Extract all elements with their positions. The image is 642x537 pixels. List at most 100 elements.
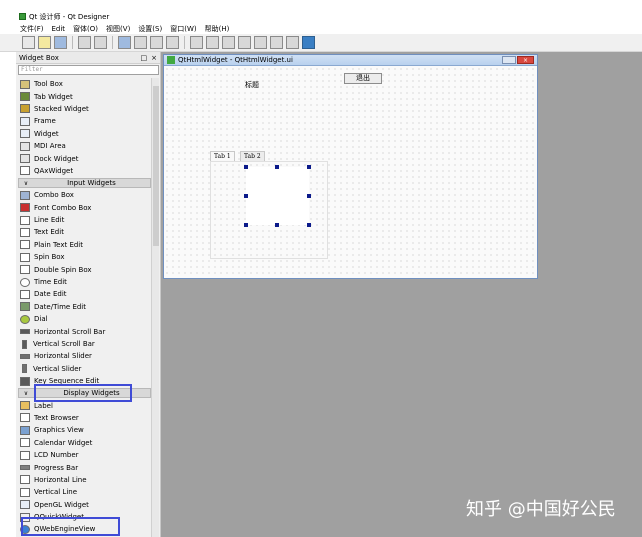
list-item-dial[interactable]: Dial xyxy=(18,313,151,325)
toolbar-separator xyxy=(184,36,185,49)
list-item-frame[interactable]: Frame xyxy=(18,115,151,127)
filter-input[interactable]: Filter xyxy=(18,65,159,75)
highlight-box-display-widgets xyxy=(34,384,132,402)
vertical-line-icon xyxy=(20,487,30,497)
plain-text-edit-icon xyxy=(20,240,30,250)
list-item-text-edit[interactable]: Text Edit xyxy=(18,226,151,238)
edit-signals-icon[interactable] xyxy=(134,36,147,49)
tab-widget[interactable]: Tab 1 Tab 2 xyxy=(210,149,328,259)
date-edit-icon xyxy=(20,289,30,299)
layout-form-icon[interactable] xyxy=(270,36,283,49)
list-item-qaxwidget[interactable]: QAxWidget xyxy=(18,165,151,177)
break-layout-icon[interactable] xyxy=(286,36,299,49)
stacked-widget-icon xyxy=(20,104,30,114)
toolbar-separator xyxy=(112,36,113,49)
list-item-tab-widget[interactable]: Tab Widget xyxy=(18,90,151,102)
menu-file[interactable]: 文件(F) xyxy=(20,24,44,34)
highlight-box-qwebengineview xyxy=(21,517,120,536)
watermark: 知乎 @中国好公民 xyxy=(466,499,616,520)
list-item-double-spin-box[interactable]: Double Spin Box xyxy=(18,263,151,275)
close-icon[interactable]: × xyxy=(151,54,157,62)
list-item-font-combo-box[interactable]: Font Combo Box xyxy=(18,202,151,214)
edit-buddies-icon[interactable] xyxy=(150,36,163,49)
menu-edit[interactable]: Edit xyxy=(52,25,66,33)
tab-widget-icon xyxy=(20,92,30,102)
list-item-lcd-number[interactable]: LCD Number xyxy=(18,449,151,461)
menu-view[interactable]: 视图(V) xyxy=(106,24,130,34)
list-item-opengl-widget[interactable]: OpenGL Widget xyxy=(18,499,151,511)
save-icon[interactable] xyxy=(54,36,67,49)
list-item-calendar-widget[interactable]: Calendar Widget xyxy=(18,437,151,449)
list-item-dock-widget[interactable]: Dock Widget xyxy=(18,152,151,164)
horizontal-slider-icon xyxy=(20,353,30,359)
selection-handle[interactable] xyxy=(244,223,248,227)
selection-handle[interactable] xyxy=(275,223,279,227)
selected-widget[interactable] xyxy=(244,165,311,227)
open-file-icon[interactable] xyxy=(38,36,51,49)
widget-box-scrollbar[interactable] xyxy=(151,78,159,537)
list-item-widget[interactable]: Widget xyxy=(18,128,151,140)
list-item-graphics-view[interactable]: Graphics View xyxy=(18,424,151,436)
form-label[interactable]: 标题 xyxy=(245,80,259,90)
selection-handle[interactable] xyxy=(307,223,311,227)
layout-v-splitter-icon[interactable] xyxy=(238,36,251,49)
list-item-combo-box[interactable]: Combo Box xyxy=(18,189,151,201)
list-item-stacked-widget[interactable]: Stacked Widget xyxy=(18,103,151,115)
menu-form[interactable]: 窗体(O) xyxy=(73,24,98,34)
clock-icon xyxy=(20,277,30,287)
list-item-horizontal-slider[interactable]: Horizontal Slider xyxy=(18,350,151,362)
form-titlebar: QtHtmlWidget - QtHtmlWidget.ui × xyxy=(164,55,537,66)
close-icon[interactable]: × xyxy=(517,56,534,64)
horizontal-scroll-bar-icon xyxy=(20,329,30,335)
list-item-horizontal-scroll-bar[interactable]: Horizontal Scroll Bar xyxy=(18,325,151,337)
form-title: QtHtmlWidget - QtHtmlWidget.ui xyxy=(178,56,293,64)
widget-box-panel: Widget Box □ × Filter Tool Box Tab Widge… xyxy=(16,52,161,537)
copy-icon[interactable] xyxy=(78,36,91,49)
list-item-line-edit[interactable]: Line Edit xyxy=(18,214,151,226)
list-item-tool-box[interactable]: Tool Box xyxy=(18,78,151,90)
layout-vertical-icon[interactable] xyxy=(206,36,219,49)
list-item-spin-box[interactable]: Spin Box xyxy=(18,251,151,263)
layout-horizontal-icon[interactable] xyxy=(190,36,203,49)
edit-tab-order-icon[interactable] xyxy=(166,36,179,49)
window-title: Qt 设计师 - Qt Designer xyxy=(29,12,110,21)
list-item-vertical-slider[interactable]: Vertical Slider xyxy=(18,363,151,375)
exit-button[interactable]: 退出 xyxy=(344,73,382,84)
calendar-icon xyxy=(20,438,30,448)
list-item-plain-text-edit[interactable]: Plain Text Edit xyxy=(18,239,151,251)
selection-handle[interactable] xyxy=(307,165,311,169)
selection-handle[interactable] xyxy=(244,165,248,169)
menu-window[interactable]: 窗口(W) xyxy=(170,24,196,34)
progress-bar-icon xyxy=(20,465,30,471)
list-item-horizontal-line[interactable]: Horizontal Line xyxy=(18,474,151,486)
menu-settings[interactable]: 设置(S) xyxy=(138,24,162,34)
minimize-icon[interactable] xyxy=(502,56,516,64)
list-item-vertical-line[interactable]: Vertical Line xyxy=(18,486,151,498)
layout-h-splitter-icon[interactable] xyxy=(222,36,235,49)
menu-help[interactable]: 帮助(H) xyxy=(205,24,230,34)
selection-handle[interactable] xyxy=(244,194,248,198)
list-item-date-edit[interactable]: Date Edit xyxy=(18,288,151,300)
adjust-size-icon[interactable] xyxy=(302,36,315,49)
list-item-text-browser[interactable]: Text Browser xyxy=(18,412,151,424)
menu-bar: 文件(F) Edit 窗体(O) 视图(V) 设置(S) 窗口(W) 帮助(H) xyxy=(0,23,642,34)
tab-2[interactable]: Tab 2 xyxy=(240,151,265,161)
tab-1[interactable]: Tab 1 xyxy=(210,151,235,161)
list-item-vertical-scroll-bar[interactable]: Vertical Scroll Bar xyxy=(18,338,151,350)
chevron-down-icon: ∨ xyxy=(23,389,29,397)
list-item-date-time-edit[interactable]: Date/Time Edit xyxy=(18,301,151,313)
new-file-icon[interactable] xyxy=(22,36,35,49)
category-input-widgets[interactable]: ∨ Input Widgets xyxy=(18,178,151,189)
selection-handle[interactable] xyxy=(275,165,279,169)
float-icon[interactable]: □ xyxy=(141,54,148,62)
scrollbar-thumb[interactable] xyxy=(153,86,159,246)
list-item-mdi-area[interactable]: MDI Area xyxy=(18,140,151,152)
paste-icon[interactable] xyxy=(94,36,107,49)
list-item-progress-bar[interactable]: Progress Bar xyxy=(18,461,151,473)
selection-handle[interactable] xyxy=(307,194,311,198)
edit-widgets-icon[interactable] xyxy=(118,36,131,49)
vertical-scroll-bar-icon xyxy=(22,339,27,349)
layout-grid-icon[interactable] xyxy=(254,36,267,49)
form-canvas[interactable]: 标题 退出 Tab 1 Tab 2 xyxy=(164,66,537,278)
list-item-time-edit[interactable]: Time Edit xyxy=(18,276,151,288)
